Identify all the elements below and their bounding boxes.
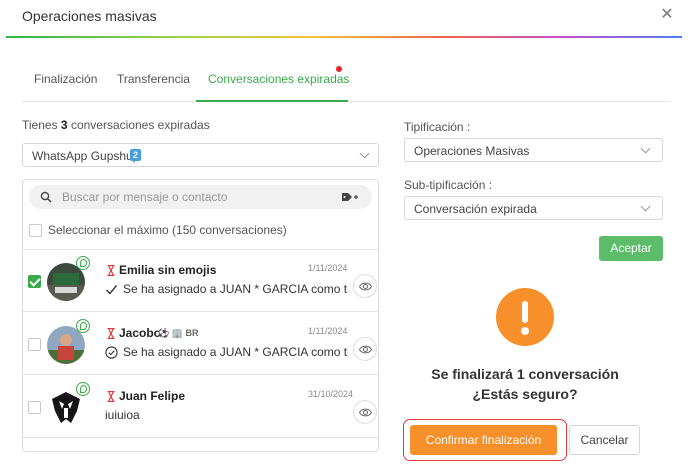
eye-icon[interactable] xyxy=(353,274,377,298)
conversation-message: Se ha asignado a JUAN * GARCIA como tu a… xyxy=(123,282,348,296)
conversation-extra-icons: ⚽ 🏢 BR xyxy=(158,328,198,339)
hourglass-icon xyxy=(107,265,115,276)
close-icon[interactable]: ✕ xyxy=(658,6,676,24)
conversation-item[interactable]: Emilia sin emojis 1/11/2024 Se ha asigna… xyxy=(23,250,378,312)
channel-badge: 2 xyxy=(130,149,141,161)
modal-title: Operaciones masivas xyxy=(22,8,157,24)
notification-dot xyxy=(336,66,342,72)
building-icon: 🏢 xyxy=(171,328,183,338)
summary-prefix: Tienes xyxy=(22,118,58,132)
soccer-ball-icon: ⚽ xyxy=(158,328,170,338)
tipificacion-label: Tipificación : xyxy=(404,120,471,134)
confirm-message: Se finalizará 1 conversación xyxy=(431,366,619,382)
summary-count: 3 xyxy=(60,118,68,132)
search-icon xyxy=(40,191,52,203)
eye-icon[interactable] xyxy=(353,337,377,361)
subtipificacion-value: Conversación expirada xyxy=(414,202,537,216)
conversation-item[interactable]: Jacobo ⚽ 🏢 BR 1/11/2024 Se ha asignado a… xyxy=(23,313,378,375)
channel-select[interactable]: WhatsApp Gupshup 2 xyxy=(22,143,379,167)
conversation-date: 1/11/2024 xyxy=(308,326,348,336)
country-code: BR xyxy=(185,328,199,338)
chevron-down-icon xyxy=(640,201,651,212)
conversation-item[interactable]: Juan Felipe 31/10/2024 iuiuioa xyxy=(23,376,378,438)
conversation-name: Juan Felipe xyxy=(119,389,186,403)
chevron-down-icon xyxy=(359,148,370,159)
tab-active-indicator xyxy=(196,100,348,102)
subtipificacion-select[interactable]: Conversación expirada xyxy=(404,196,663,220)
select-max-checkbox[interactable] xyxy=(29,224,42,237)
cancel-button[interactable]: Cancelar xyxy=(569,425,640,455)
select-max-label: Seleccionar el máximo (150 conversacione… xyxy=(48,223,287,237)
hourglass-icon xyxy=(107,328,115,339)
conversation-date: 1/11/2024 xyxy=(308,263,348,273)
channel-label: WhatsApp Gupshup xyxy=(32,149,140,163)
whatsapp-icon xyxy=(76,382,90,396)
tab-transferencia[interactable]: Transferencia xyxy=(117,72,190,86)
warning-icon xyxy=(496,288,554,346)
whatsapp-icon xyxy=(76,319,90,333)
whatsapp-icon xyxy=(76,256,90,270)
accept-button[interactable]: Aceptar xyxy=(599,236,663,261)
conversation-checkbox[interactable] xyxy=(28,275,41,288)
tipificacion-select[interactable]: Operaciones Masivas xyxy=(404,138,663,162)
eye-icon[interactable] xyxy=(353,400,377,424)
search-box xyxy=(29,185,372,209)
check-icon xyxy=(106,285,118,295)
modal-header: Operaciones masivas ✕ xyxy=(0,0,688,38)
conversation-message: Se ha asignado a JUAN * GARCIA como tu a… xyxy=(123,345,348,359)
tab-conversaciones-expiradas[interactable]: Conversaciones expiradas xyxy=(208,72,349,86)
search-input[interactable] xyxy=(62,189,322,205)
header-divider xyxy=(6,36,682,38)
conversation-name: Jacobo xyxy=(119,326,162,340)
conversation-message: iuiuioa xyxy=(105,408,140,422)
select-max-row[interactable]: Seleccionar el máximo (150 conversacione… xyxy=(29,222,369,242)
add-tag-icon[interactable] xyxy=(341,191,359,203)
conversation-list-panel: Seleccionar el máximo (150 conversacione… xyxy=(22,179,379,452)
confirm-finalize-button[interactable]: Confirmar finalización xyxy=(410,425,557,455)
expired-summary: Tienes 3 conversaciones expiradas xyxy=(22,118,210,132)
conversation-checkbox[interactable] xyxy=(28,401,41,414)
conversation-name: Emilia sin emojis xyxy=(119,263,217,277)
conversation-date: 31/10/2024 xyxy=(308,389,354,399)
chevron-down-icon xyxy=(640,143,651,154)
tab-bar: Finalización Transferencia Conversacione… xyxy=(22,62,670,102)
tab-finalizacion[interactable]: Finalización xyxy=(34,72,97,86)
subtipificacion-label: Sub-tipificación : xyxy=(404,178,493,192)
confirm-question: ¿Estás seguro? xyxy=(472,386,578,402)
summary-suffix: conversaciones expiradas xyxy=(70,118,210,132)
check-circle-icon xyxy=(105,346,118,359)
hourglass-icon xyxy=(107,391,115,402)
conversation-checkbox[interactable] xyxy=(28,338,41,351)
tipificacion-value: Operaciones Masivas xyxy=(414,144,530,158)
